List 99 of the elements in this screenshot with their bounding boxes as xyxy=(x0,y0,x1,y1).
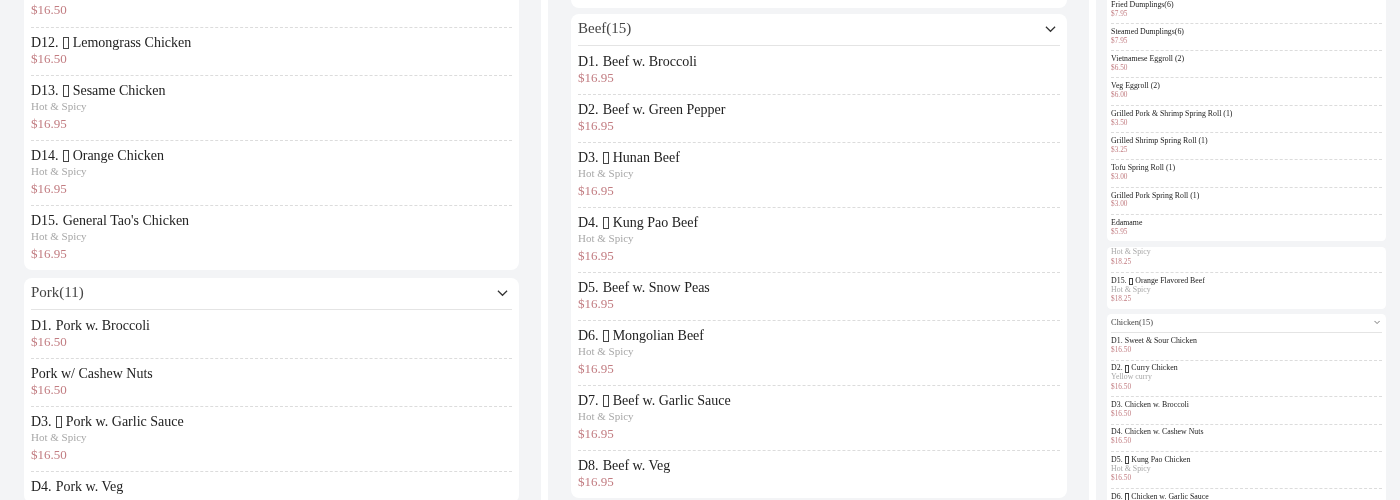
dish-number: D2. xyxy=(1111,364,1123,373)
box-icon xyxy=(602,152,609,164)
box-icon xyxy=(62,37,69,49)
dish-price: $16.95 xyxy=(31,246,68,262)
dish-number: D6. xyxy=(578,328,599,344)
dish-price: $16.50 xyxy=(31,334,68,350)
dish-number: D2. xyxy=(578,102,599,118)
dish-name: Pork w/ Cashew Nuts xyxy=(31,366,153,382)
chevron-down-icon[interactable] xyxy=(497,288,508,297)
dish-name: Chicken w. Broccoli xyxy=(1124,401,1189,410)
box-icon xyxy=(1124,365,1130,373)
box-icon xyxy=(55,416,62,428)
dish-name: Mongolian Beef xyxy=(612,328,704,344)
dish-price: $16.95 xyxy=(578,248,615,264)
dish-number: D3. xyxy=(31,414,52,430)
dish-name: Tofu Spring Roll (1) xyxy=(1111,164,1176,173)
dish-number: D7. xyxy=(578,393,599,409)
dish-number: D15. xyxy=(31,213,59,229)
dish-name: Pork w. Garlic Sauce xyxy=(65,414,184,430)
dish-name: Pork w. Veg xyxy=(55,479,124,495)
dish-name: Curry Chicken xyxy=(1131,364,1178,373)
dish-name: Orange Chicken xyxy=(72,148,164,164)
box-icon xyxy=(1124,493,1130,500)
dish-note: Hot & Spicy xyxy=(1111,247,1152,257)
dish-number: D8. xyxy=(578,458,599,474)
dish-name: Kung Pao Chicken xyxy=(1131,455,1191,465)
box-icon xyxy=(62,150,69,162)
dish-name: Chicken w. Cashew Nuts xyxy=(1124,428,1204,437)
dish-price: $16.50 xyxy=(31,2,68,18)
dish-note: Yellow curry xyxy=(1111,373,1153,382)
dish-price: $16.95 xyxy=(31,116,68,132)
dish-number: D4. xyxy=(31,479,52,495)
dish-name: Beef w. Garlic Sauce xyxy=(612,393,731,409)
dish-name: Steamed Dumplings(6) xyxy=(1111,27,1184,37)
dish-name: Beef w. Snow Peas xyxy=(602,280,710,296)
dish-number: D13. xyxy=(31,83,59,99)
category-title[interactable]: Chicken(15) xyxy=(1111,317,1153,328)
dish-number: D14. xyxy=(31,148,59,164)
category-title[interactable]: Beef(15) xyxy=(578,20,632,37)
dish-name: General Tao's Chicken xyxy=(62,213,190,229)
dish-name: Sesame Chicken xyxy=(72,83,166,99)
dish-number: D12. xyxy=(31,35,59,51)
dish-price: $16.95 xyxy=(578,70,615,86)
box-icon xyxy=(1128,277,1133,286)
box-icon xyxy=(602,395,609,407)
dish-name: Grilled Pork & Shrimp Spring Roll (1) xyxy=(1111,109,1233,119)
dish-name: Pork w. Broccoli xyxy=(55,318,150,334)
dish-price: $16.50 xyxy=(31,51,68,67)
dish-name: Beef w. Broccoli xyxy=(602,54,697,70)
dish-name: Edamame xyxy=(1111,218,1143,228)
dish-number: D3. xyxy=(1111,401,1123,410)
dish-price: $16.95 xyxy=(31,181,68,197)
dish-name: Beef w. Green Pepper xyxy=(602,102,726,118)
box-icon xyxy=(62,85,69,97)
dish-number: D6. xyxy=(1111,492,1123,500)
category-title[interactable]: Pork(11) xyxy=(31,284,84,301)
dish-number: D5. xyxy=(578,280,599,296)
dish-price: $16.50 xyxy=(31,382,68,398)
dish-name: Lemongrass Chicken xyxy=(72,35,192,51)
dish-number: D5. xyxy=(1111,455,1123,465)
dish-price: $16.95 xyxy=(578,296,615,312)
dish-name: Veg Eggroll (2) xyxy=(1111,82,1160,92)
dish-name: Sweet & Sour Chicken xyxy=(1124,337,1197,346)
dish-name: Grilled Shrimp Spring Roll (1) xyxy=(1111,136,1208,146)
dish-name: Grilled Pork Spring Roll (1) xyxy=(1111,191,1200,200)
dish-price: $16.95 xyxy=(578,361,615,377)
dish-number: D3. xyxy=(578,150,599,166)
dish-note: Hot & Spicy xyxy=(578,344,635,358)
box-icon xyxy=(1124,456,1130,465)
dish-number: D1. xyxy=(1111,337,1123,346)
dish-note: Hot & Spicy xyxy=(31,430,88,444)
box-icon xyxy=(602,217,609,229)
dish-number: D1. xyxy=(578,54,599,70)
dish-name: Hunan Beef xyxy=(612,150,680,166)
dish-name: Chicken w. Garlic Sauce xyxy=(1131,492,1209,500)
dish-name: Orange Flavored Beef xyxy=(1135,276,1205,286)
dish-note: Hot & Spicy xyxy=(578,409,635,423)
dish-name: Fried Dumplings(6) xyxy=(1111,0,1174,10)
dish-name: Kung Pao Beef xyxy=(612,215,699,231)
dish-price: $16.95 xyxy=(578,474,615,490)
dish-price: $16.95 xyxy=(578,183,615,199)
dish-price: $16.95 xyxy=(578,426,615,442)
dish-note: Hot & Spicy xyxy=(31,99,88,113)
dish-number: D1. xyxy=(31,318,52,334)
dish-note: Hot & Spicy xyxy=(31,229,88,243)
box-icon xyxy=(602,330,609,342)
dish-number: D4. xyxy=(1111,428,1123,437)
dish-note: Hot & Spicy xyxy=(578,166,635,180)
dish-note: Hot & Spicy xyxy=(1111,285,1151,295)
dish-name: Beef w. Veg xyxy=(602,458,671,474)
dish-note: Hot & Spicy xyxy=(31,164,88,178)
dish-note: Hot & Spicy xyxy=(578,231,635,245)
chevron-down-icon[interactable] xyxy=(1045,24,1056,33)
dish-price: $16.50 xyxy=(31,447,68,463)
dish-name: Vietnamese Eggroll (2) xyxy=(1111,55,1185,64)
dish-number: D4. xyxy=(578,215,599,231)
dish-price: $16.95 xyxy=(578,118,615,134)
dish-note: Hot & Spicy xyxy=(1111,464,1152,474)
dish-number: D15. xyxy=(1111,276,1127,286)
